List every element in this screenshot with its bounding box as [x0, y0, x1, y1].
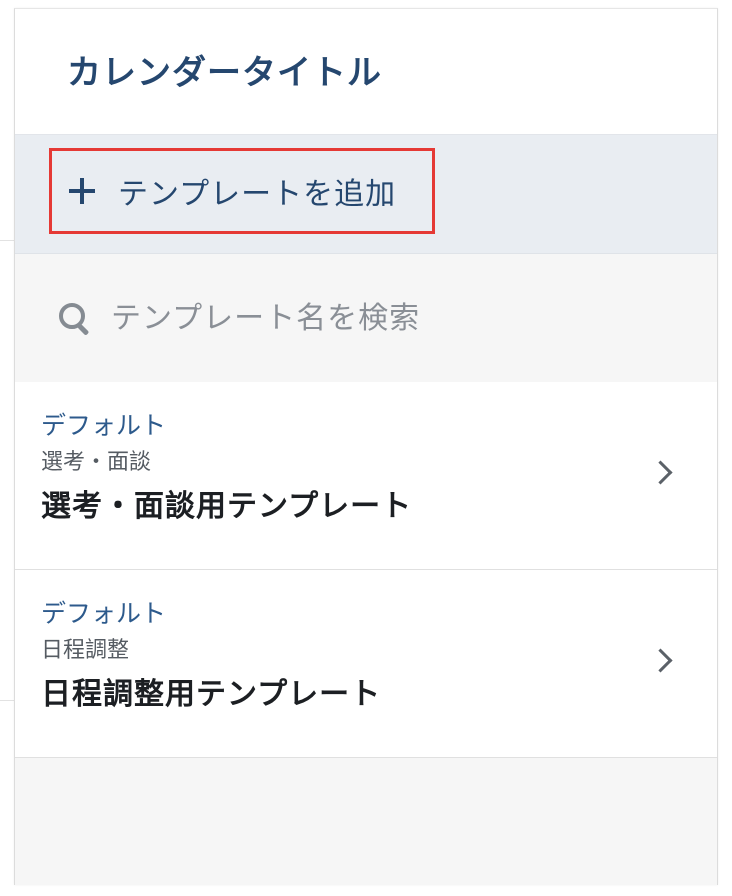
- edge-divider: [0, 700, 14, 701]
- search-bar: [15, 254, 717, 382]
- add-template-row: テンプレートを追加: [15, 135, 717, 254]
- template-panel: カレンダータイトル テンプレートを追加 デフォルト 選考・面談 選考・面談用テン…: [14, 8, 718, 885]
- template-category: 日程調整: [41, 638, 130, 663]
- add-template-button[interactable]: テンプレートを追加: [49, 148, 435, 234]
- add-template-label: テンプレートを追加: [118, 177, 397, 212]
- search-icon: [57, 301, 91, 336]
- plus-icon: [68, 177, 96, 205]
- calendar-title: カレンダータイトル: [67, 53, 382, 93]
- edge-divider: [0, 240, 14, 241]
- panel-header: カレンダータイトル: [15, 9, 717, 135]
- template-name: 日程調整用テンプレート: [41, 677, 382, 712]
- template-tag: デフォルト: [41, 599, 167, 628]
- template-list-item[interactable]: デフォルト 日程調整 日程調整用テンプレート: [15, 570, 717, 758]
- template-tag: デフォルト: [41, 411, 167, 440]
- template-category: 選考・面談: [41, 450, 152, 475]
- template-search-input[interactable]: [109, 299, 633, 337]
- empty-area: [15, 758, 717, 885]
- template-list-item[interactable]: デフォルト 選考・面談 選考・面談用テンプレート: [15, 382, 717, 570]
- template-name: 選考・面談用テンプレート: [41, 489, 413, 524]
